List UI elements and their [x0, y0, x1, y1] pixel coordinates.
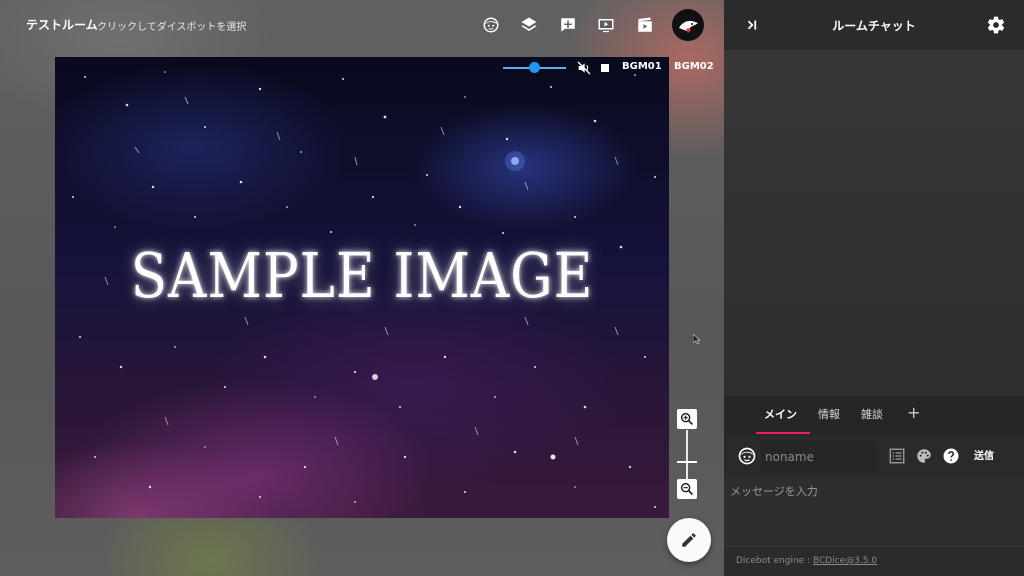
tab-chatter[interactable]: 雑談	[861, 406, 883, 422]
zoom-slider-handle[interactable]	[677, 461, 697, 463]
zoom-out-icon[interactable]	[677, 479, 697, 499]
room-title: テストルーム	[26, 18, 98, 32]
chat-header: ルームチャット	[724, 0, 1024, 50]
pencil-icon	[682, 533, 696, 547]
chat-tabs: メイン 情報 雑談 +	[724, 396, 1024, 436]
zoom-slider-track[interactable]	[686, 430, 688, 480]
map-image[interactable]: SAMPLE IMAGE	[55, 57, 669, 518]
tab-main[interactable]: メイン	[764, 406, 797, 422]
add-tab-button[interactable]: +	[907, 403, 920, 422]
bird-avatar-icon[interactable]	[672, 9, 704, 41]
help-icon[interactable]	[942, 447, 960, 465]
screen-icon[interactable]	[594, 13, 618, 37]
volume-off-icon[interactable]	[576, 60, 592, 76]
dicebot-engine-prefix: Dicebot engine :	[736, 556, 813, 566]
list-icon[interactable]	[888, 447, 906, 465]
edit-fab-button[interactable]	[667, 518, 711, 562]
zoom-in-icon[interactable]	[677, 409, 697, 429]
add-box-icon[interactable]	[556, 13, 580, 37]
volume-slider-thumb[interactable]	[529, 62, 540, 73]
chat-log[interactable]	[724, 50, 1024, 396]
dicebot-engine-text: Dicebot engine : BCDice@3.5.0	[736, 556, 877, 566]
palette-icon[interactable]	[915, 447, 933, 465]
mouse-cursor-icon	[693, 334, 701, 344]
tab-info[interactable]: 情報	[818, 406, 840, 422]
dicebot-hint[interactable]: クリックしてダイスボットを選択	[97, 18, 246, 33]
chat-panel: ルームチャット メイン 情報 雑談 + noname 送信 メッセージを入力 D…	[724, 0, 1024, 576]
sample-image-text: SAMPLE IMAGE	[130, 239, 594, 312]
character-face-icon[interactable]	[737, 446, 757, 466]
chat-footer: Dicebot engine : BCDice@3.5.0	[724, 546, 1024, 576]
layers-icon[interactable]	[517, 13, 541, 37]
active-tab-indicator	[756, 432, 810, 434]
bgm-track-1[interactable]: BGM01	[622, 61, 662, 72]
character-name-field[interactable]	[761, 441, 877, 473]
bgm-track-2[interactable]: BGM02	[674, 61, 714, 72]
chat-input-row: 送信	[724, 436, 1024, 478]
movie-icon[interactable]	[633, 13, 657, 37]
stop-icon[interactable]	[601, 64, 609, 72]
bgm-controls: BGM01 BGM02	[503, 59, 717, 77]
send-button[interactable]: 送信	[974, 447, 994, 462]
top-bar: テストルーム クリックしてダイスボットを選択	[0, 0, 724, 50]
bcdice-link[interactable]: BCDice@3.5.0	[813, 556, 877, 566]
chat-title: ルームチャット	[832, 19, 916, 33]
gear-icon[interactable]	[986, 15, 1006, 35]
message-input[interactable]	[724, 478, 1024, 546]
face-icon[interactable]	[479, 13, 503, 37]
